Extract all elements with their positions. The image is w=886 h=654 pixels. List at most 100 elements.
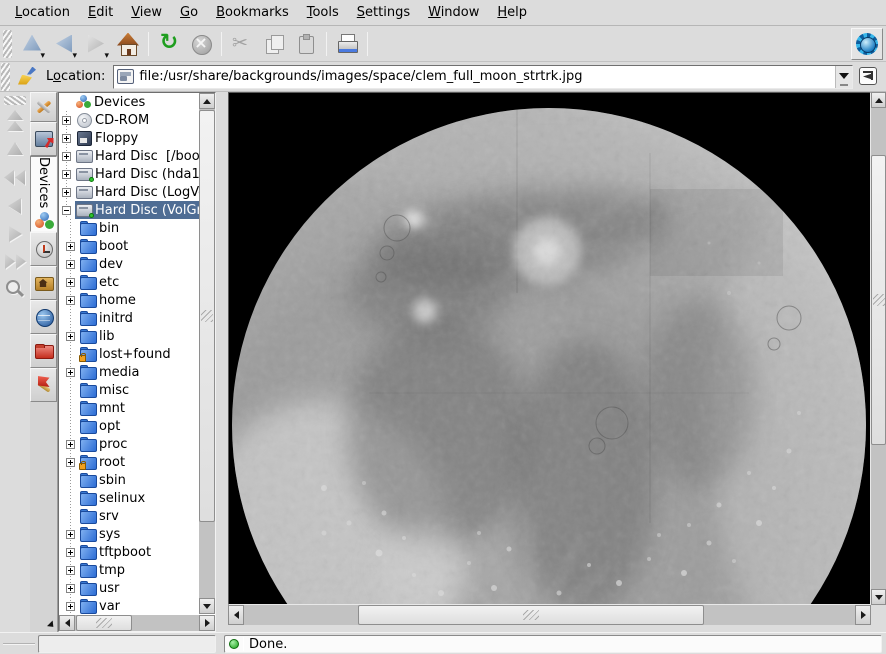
tree-item[interactable]: root <box>59 453 199 471</box>
paste-button[interactable] <box>290 28 322 60</box>
tree-item[interactable]: selinux <box>59 489 199 507</box>
menu-window[interactable]: Window <box>419 2 488 23</box>
tree-expander[interactable] <box>66 584 75 593</box>
tree-item[interactable]: misc <box>59 381 199 399</box>
tree-item[interactable]: sbin <box>59 471 199 489</box>
tab-devices[interactable]: Devices <box>30 156 57 232</box>
tab-home-folder[interactable] <box>30 266 57 300</box>
tree-expander[interactable] <box>66 332 75 341</box>
tree-item[interactable]: boot <box>59 237 199 255</box>
tree-expander[interactable] <box>66 602 75 611</box>
tree-expander[interactable] <box>66 314 75 323</box>
tree-item[interactable]: lost+found <box>59 345 199 363</box>
konqueror-logo-button[interactable] <box>851 28 883 60</box>
tree-expander[interactable] <box>66 440 75 449</box>
home-button[interactable] <box>112 28 144 60</box>
tree-item[interactable]: var <box>59 597 199 614</box>
tree-expander[interactable] <box>66 296 75 305</box>
go-button[interactable] <box>856 64 882 90</box>
tree-item[interactable]: sys <box>59 525 199 543</box>
tree-item[interactable]: dev <box>59 255 199 273</box>
tree-expander[interactable] <box>66 404 75 413</box>
tab-bookmarks[interactable] <box>30 368 57 402</box>
tree-item[interactable]: usr <box>59 579 199 597</box>
scroll-double-forward-button[interactable] <box>1 248 29 275</box>
view-vertical-scrollbar[interactable] <box>871 92 886 605</box>
tree-item[interactable]: home <box>59 291 199 309</box>
scrollbar-thumb[interactable] <box>871 155 886 445</box>
tree-item[interactable]: opt <box>59 417 199 435</box>
tree-item[interactable]: Hard Disc (hda1) [/ <box>59 165 199 183</box>
tree-expander[interactable] <box>62 152 71 161</box>
scroll-up-arrow[interactable] <box>871 92 886 108</box>
copy-button[interactable] <box>258 28 290 60</box>
tree-expander[interactable] <box>66 242 75 251</box>
stop-button[interactable] <box>185 28 217 60</box>
menu-go[interactable]: Go <box>171 2 207 23</box>
tree-expander[interactable] <box>62 206 71 215</box>
tree-item[interactable]: lib <box>59 327 199 345</box>
view-horizontal-scrollbar[interactable] <box>228 605 871 625</box>
scroll-double-up-button[interactable] <box>1 108 29 135</box>
tree-horizontal-scrollbar[interactable] <box>59 615 215 631</box>
tree-expander[interactable] <box>62 134 71 143</box>
scroll-right-arrow[interactable] <box>855 605 871 625</box>
tree-item[interactable]: Devices <box>59 93 199 111</box>
tree-expander[interactable] <box>66 458 75 467</box>
tree-item[interactable]: CD-ROM <box>59 111 199 129</box>
scroll-down-arrow[interactable] <box>871 589 886 605</box>
up-button[interactable] <box>16 28 48 60</box>
tab-root-folder[interactable] <box>30 334 57 368</box>
tab-history[interactable] <box>30 232 57 266</box>
print-button[interactable] <box>331 28 363 60</box>
tree-expander[interactable] <box>66 512 75 521</box>
clear-location-button[interactable] <box>14 64 42 90</box>
back-button[interactable] <box>48 28 80 60</box>
tree-expander[interactable] <box>62 188 71 197</box>
menu-view[interactable]: View <box>122 2 171 23</box>
menu-location[interactable]: Location <box>6 2 79 23</box>
menu-bookmarks[interactable]: Bookmarks <box>207 2 298 23</box>
tree-expander[interactable] <box>66 368 75 377</box>
scroll-left-arrow[interactable] <box>228 605 244 625</box>
scrollbar-thumb[interactable] <box>358 605 704 625</box>
location-input[interactable]: file:/usr/share/backgrounds/images/space… <box>113 65 853 89</box>
tree-expander[interactable] <box>66 566 75 575</box>
cut-button[interactable] <box>226 28 258 60</box>
scroll-up-button[interactable] <box>1 136 29 163</box>
reload-button[interactable] <box>153 28 185 60</box>
tree-expander[interactable] <box>66 224 75 233</box>
locationbar-handle[interactable] <box>1 63 10 91</box>
find-button[interactable] <box>1 276 29 303</box>
scrollbar-thumb[interactable] <box>199 110 215 522</box>
tab-network[interactable] <box>30 300 57 334</box>
tree-item[interactable]: tftpboot <box>59 543 199 561</box>
scroll-forward-button[interactable] <box>1 220 29 247</box>
forward-button[interactable] <box>80 28 112 60</box>
tree-expander[interactable] <box>66 548 75 557</box>
tree-item[interactable]: Hard Disc (LogVol0 <box>59 183 199 201</box>
tree-expander[interactable] <box>62 170 71 179</box>
tree-expander[interactable] <box>66 278 75 287</box>
tree-item[interactable]: Hard Disc (VolGrou <box>59 201 199 219</box>
scroll-down-arrow[interactable] <box>199 598 215 614</box>
tree-expander[interactable] <box>66 260 75 269</box>
tree-expander[interactable] <box>66 350 75 359</box>
configure-sidebar-button[interactable] <box>30 92 57 122</box>
menu-settings[interactable]: Settings <box>348 2 419 23</box>
location-dropdown-button[interactable] <box>835 66 852 88</box>
tree-expander[interactable] <box>62 116 71 125</box>
tree-item[interactable]: etc <box>59 273 199 291</box>
tree-item[interactable]: tmp <box>59 561 199 579</box>
image-viewport[interactable] <box>228 92 871 605</box>
tree-expander[interactable] <box>66 530 75 539</box>
tree-expander[interactable] <box>66 494 75 503</box>
menu-help[interactable]: Help <box>488 2 536 23</box>
scroll-double-back-button[interactable] <box>1 164 29 191</box>
tree-item[interactable]: media <box>59 363 199 381</box>
tree-vertical-scrollbar[interactable] <box>199 93 215 614</box>
tree-expander[interactable] <box>66 476 75 485</box>
tree-item[interactable]: Floppy <box>59 129 199 147</box>
tree-item[interactable]: proc <box>59 435 199 453</box>
tree-item[interactable]: mnt <box>59 399 199 417</box>
